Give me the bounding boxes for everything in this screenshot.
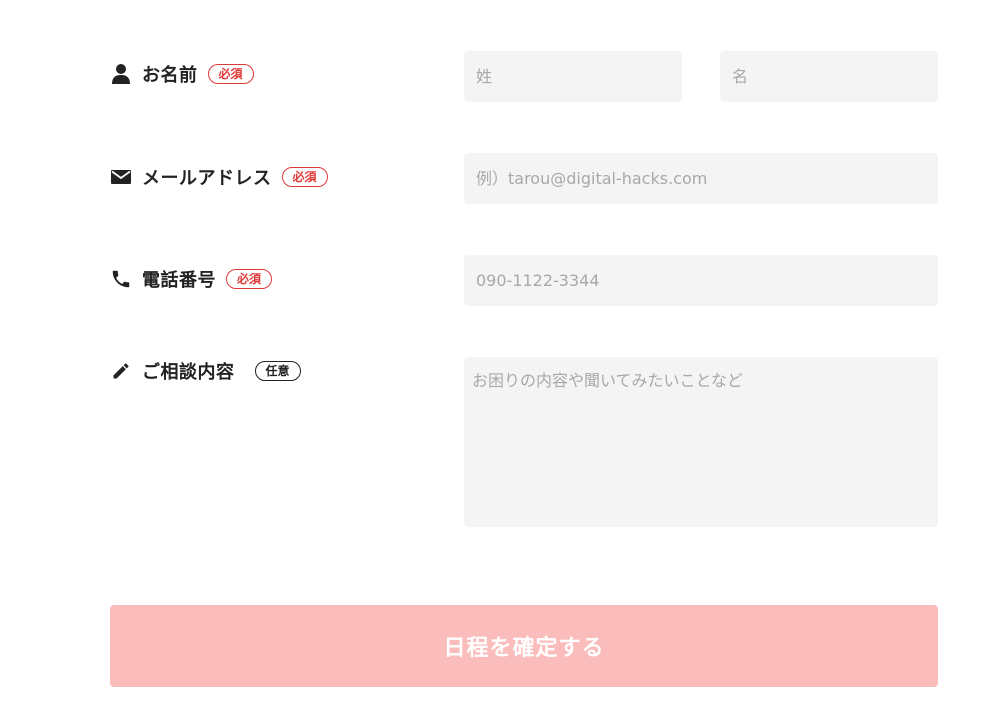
first-name-input[interactable] [720,51,938,102]
confirm-schedule-button[interactable]: 日程を確定する [110,605,938,687]
phone-label: 電話番号 [142,270,216,291]
phone-icon [110,268,132,290]
phone-input[interactable] [464,255,938,306]
consultation-label-group: ご相談内容 任意 [110,358,301,384]
required-badge: 必須 [281,167,328,187]
email-label: メールアドレス [142,168,272,189]
pencil-icon [110,360,132,382]
consultation-textarea[interactable] [464,357,938,527]
booking-form: お名前 必須 メールアドレス 必須 電話番号 必須 [0,0,1000,723]
required-badge: 必須 [226,269,273,289]
consultation-label: ご相談内容 [142,362,235,383]
person-icon [110,63,132,85]
email-label-group: メールアドレス 必須 [110,164,328,190]
name-label-group: お名前 必須 [110,61,254,87]
phone-label-group: 電話番号 必須 [110,266,273,292]
required-badge: 必須 [207,64,254,84]
optional-badge: 任意 [254,361,301,381]
email-input[interactable] [464,153,938,204]
envelope-icon [110,166,132,188]
name-label: お名前 [142,65,198,86]
last-name-input[interactable] [464,51,682,102]
